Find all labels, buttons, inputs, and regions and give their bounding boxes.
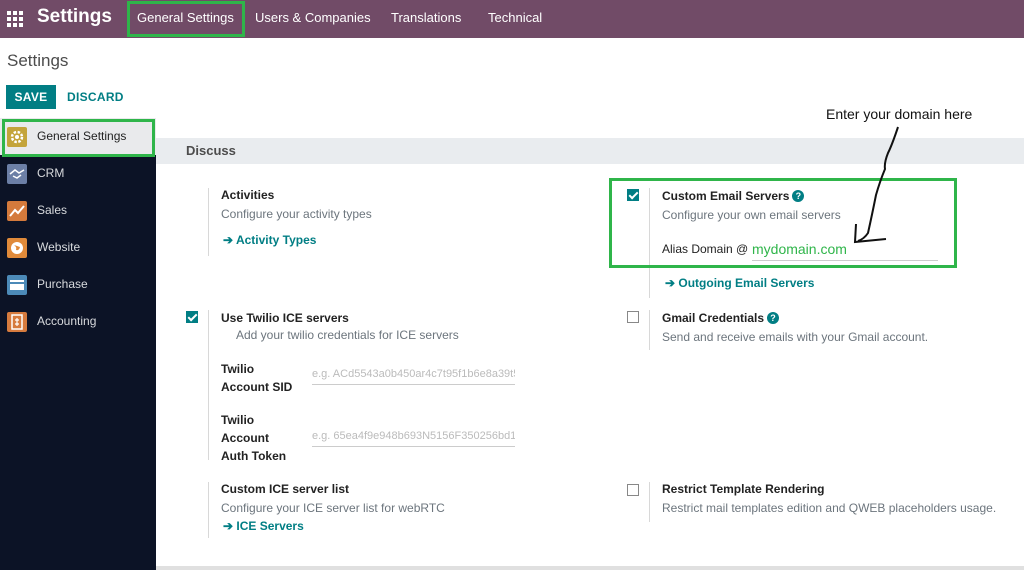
gmail-title: Gmail Credentials? — [662, 311, 780, 325]
discard-button[interactable]: DISCARD — [67, 90, 124, 104]
twilio-sid-input[interactable]: e.g. ACd5543a0b450ar4c7t95f1b6e8a39t543 — [312, 365, 515, 385]
gmail-desc: Send and receive emails with your Gmail … — [662, 330, 929, 344]
settings-main: Discuss Activities Configure your activi… — [156, 106, 1024, 570]
sidebar-item-label: Accounting — [37, 314, 97, 328]
chart-icon — [7, 201, 27, 221]
twilio-token-input[interactable]: e.g. 65ea4f9e948b693N5156F350256bd152 — [312, 427, 515, 447]
sidebar-item-label: Purchase — [37, 277, 88, 291]
twilio-sid-label: Twilio Account SID — [221, 360, 292, 396]
annotation-text: Enter your domain here — [826, 106, 973, 122]
section-title: Discuss — [186, 143, 236, 158]
annotation-arrow-icon — [853, 126, 899, 244]
twilio-desc: Add your twilio credentials for ICE serv… — [236, 328, 459, 342]
twilio-token-label-line3: Auth Token — [221, 449, 287, 463]
card-icon — [7, 275, 27, 295]
twilio-sid-label-line2: Account SID — [221, 380, 293, 394]
help-icon[interactable]: ? — [767, 312, 780, 324]
twilio-token-label-line1: Twilio — [221, 413, 255, 427]
twilio-token-label-line2: Account — [221, 431, 269, 445]
activities-desc: Configure your activity types — [221, 207, 372, 221]
sidebar-item-crm[interactable]: CRM — [0, 155, 156, 192]
activities-title: Activities — [221, 188, 275, 202]
ice-servers-label: ICE Servers — [236, 519, 304, 533]
handshake-icon — [7, 164, 27, 184]
sidebar-item-accounting[interactable]: Accounting — [0, 303, 156, 340]
divider — [208, 482, 209, 538]
invoice-icon — [7, 312, 27, 332]
menu-users-companies[interactable]: Users & Companies — [255, 10, 371, 25]
bottom-divider — [156, 566, 1024, 570]
sidebar-highlight-box — [2, 119, 155, 157]
settings-sidebar: General Settings CRM Sales Website Purch… — [0, 118, 156, 570]
menu-translations[interactable]: Translations — [391, 10, 461, 25]
app-brand[interactable]: Settings — [37, 6, 112, 28]
ice-servers-link[interactable]: ➔ ICE Servers — [223, 519, 304, 533]
twilio-sid-label-line1: Twilio — [221, 362, 255, 376]
sidebar-item-website[interactable]: Website — [0, 229, 156, 266]
twilio-title: Use Twilio ICE servers — [221, 311, 349, 325]
activity-types-link[interactable]: ➔ Activity Types — [223, 233, 316, 247]
sidebar-item-label: CRM — [37, 166, 65, 180]
outgoing-email-servers-link[interactable]: ➔ Outgoing Email Servers — [665, 276, 814, 290]
activity-types-label: Activity Types — [235, 233, 317, 247]
twilio-checkbox[interactable] — [186, 311, 198, 323]
sidebar-item-sales[interactable]: Sales — [0, 192, 156, 229]
ice-list-title: Custom ICE server list — [221, 482, 350, 496]
outgoing-email-servers-label: Outgoing Email Servers — [678, 276, 815, 290]
gmail-checkbox[interactable] — [627, 311, 639, 323]
gmail-title-text: Gmail Credentials — [662, 311, 765, 325]
sidebar-item-label: Website — [37, 240, 81, 254]
twilio-token-label: Twilio Account Auth Token — [221, 411, 286, 465]
menu-technical[interactable]: Technical — [488, 10, 542, 25]
sidebar-item-purchase[interactable]: Purchase — [0, 266, 156, 303]
divider — [208, 310, 209, 460]
ice-list-desc: Configure your ICE server list for webRT… — [221, 501, 445, 515]
menu-highlight-box — [127, 1, 245, 37]
globe-icon — [7, 238, 27, 258]
divider — [208, 188, 209, 256]
restrict-template-title: Restrict Template Rendering — [662, 482, 825, 496]
divider — [649, 310, 650, 350]
divider — [649, 482, 650, 522]
sidebar-item-label: Sales — [37, 203, 68, 217]
restrict-template-desc: Restrict mail templates edition and QWEB… — [662, 501, 997, 515]
restrict-template-checkbox[interactable] — [627, 484, 639, 496]
page-title: Settings — [7, 51, 69, 70]
apps-menu-icon[interactable] — [7, 11, 23, 27]
save-button[interactable]: SAVE — [6, 85, 56, 109]
